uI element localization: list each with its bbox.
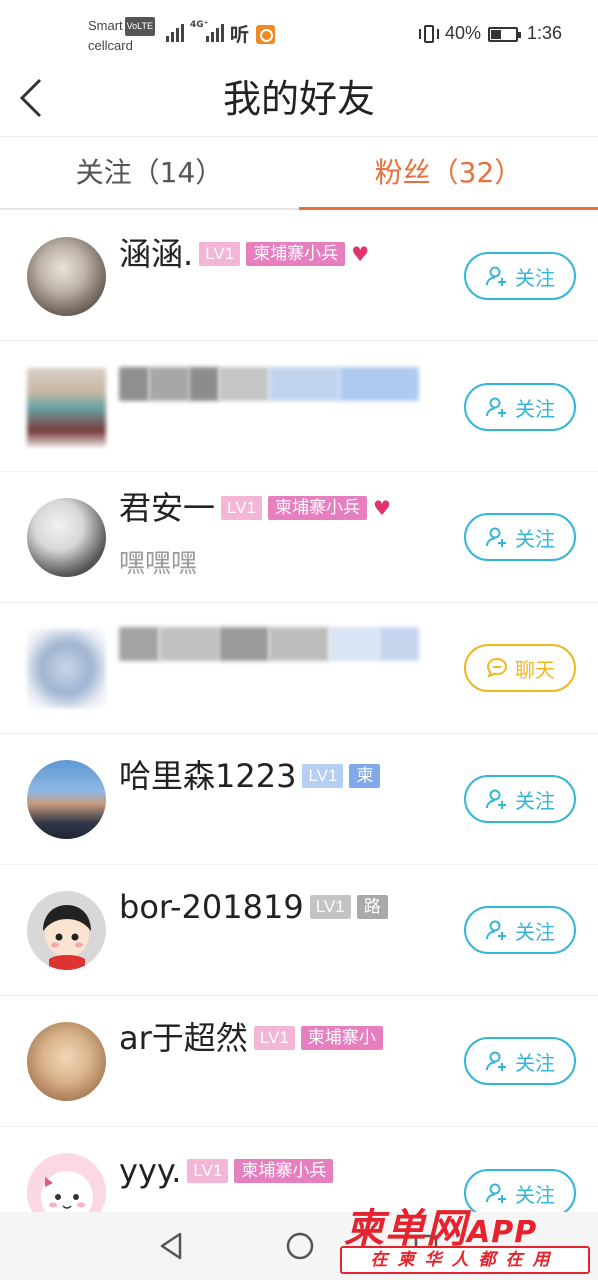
hd-audio-icon: 听 — [230, 25, 249, 46]
avatar — [27, 629, 106, 708]
avatar — [27, 498, 106, 577]
level-badge: LV1 — [187, 1159, 229, 1183]
follow-label: 关注 — [515, 788, 555, 813]
follow-label: 关注 — [515, 396, 555, 421]
level-badge: LV1 — [199, 242, 241, 266]
follow-button[interactable]: 关注 — [464, 252, 576, 300]
list-item[interactable]: 君安一 LV1 柬埔寨小兵 ♥ 嘿嘿嘿 关注 — [0, 472, 598, 603]
level-badge: LV1 — [309, 895, 351, 919]
triangle-back-icon — [160, 1232, 182, 1260]
level-badge: LV1 — [302, 764, 344, 788]
title-badge: 柬埔寨小兵 — [268, 496, 368, 520]
tab-fans[interactable]: 粉丝（32） — [299, 137, 598, 210]
friend-name: yyy. — [119, 1152, 182, 1190]
avatar — [27, 368, 106, 447]
blurred-name — [119, 627, 419, 661]
page-title: 我的好友 — [222, 77, 375, 121]
avatar — [27, 1022, 106, 1101]
cartoon-avatar-icon — [43, 905, 91, 970]
add-user-icon — [486, 789, 506, 809]
vibrate-icon — [418, 24, 440, 44]
list-item[interactable]: 关注 — [0, 341, 598, 472]
follow-button[interactable]: 关注 — [464, 1037, 576, 1085]
battery-icon — [488, 27, 521, 42]
chat-label: 聊天 — [515, 657, 555, 682]
title-badge: 柬埔寨小 — [300, 1026, 383, 1050]
watermark-app-label: APP — [467, 1215, 538, 1250]
follow-label: 关注 — [515, 526, 555, 551]
level-badge: LV1 — [253, 1026, 295, 1050]
friend-signature: 嘿嘿嘿 — [119, 549, 198, 579]
circle-home-icon — [286, 1232, 314, 1260]
name-line: 涵涵. LV1 柬埔寨小兵 ♥ — [119, 234, 418, 274]
title-badge: 路 — [356, 895, 388, 919]
title-badge: 柬埔寨小兵 — [234, 1159, 334, 1183]
signal-icon-2 — [206, 22, 224, 42]
avatar — [27, 237, 106, 316]
follow-label: 关注 — [515, 1050, 555, 1075]
name-line: ar于超然 LV1 柬埔寨小 — [119, 1018, 418, 1058]
friend-name: 哈里森1223 — [119, 757, 297, 795]
follow-label: 关注 — [515, 919, 555, 944]
watermark-slogan: 在柬华人都在用 — [340, 1246, 590, 1274]
nav-back-button[interactable] — [152, 1226, 192, 1266]
follow-button[interactable]: 关注 — [464, 906, 576, 954]
level-badge: LV1 — [221, 496, 263, 520]
follow-button[interactable]: 关注 — [464, 513, 576, 561]
avatar — [27, 760, 106, 839]
follow-button[interactable]: 关注 — [464, 383, 576, 431]
tab-bar: 关注（14） 粉丝（32） — [0, 136, 598, 210]
list-item[interactable]: bor-201819 LV1 路 关注 — [0, 865, 598, 996]
add-user-icon — [486, 266, 506, 286]
list-item[interactable]: 涵涵. LV1 柬埔寨小兵 ♥ 关注 — [0, 210, 598, 341]
name-line: yyy. LV1 柬埔寨小兵 — [119, 1151, 418, 1191]
name-line: bor-201819 LV1 路 — [119, 887, 418, 927]
name-line: 哈里森1223 LV1 柬 — [119, 756, 418, 796]
app-header: 我的好友 — [0, 64, 598, 136]
friend-list: 涵涵. LV1 柬埔寨小兵 ♥ 关注 关注 君安一 LV1 柬埔寨小兵 ♥ 嘿嘿… — [0, 210, 598, 1258]
carrier-sub: cellcard — [88, 38, 133, 53]
app-notification-icon — [256, 25, 275, 44]
follow-button[interactable]: 关注 — [464, 775, 576, 823]
title-badge: 柬 — [349, 764, 381, 788]
heart-icon: ♥ — [373, 496, 391, 520]
heart-icon: ♥ — [351, 242, 370, 266]
name-line: 君安一 LV1 柬埔寨小兵 ♥ — [119, 488, 418, 528]
battery-percent: 40% — [445, 23, 482, 43]
list-item[interactable]: ar于超然 LV1 柬埔寨小 关注 — [0, 996, 598, 1127]
chat-icon — [486, 657, 508, 678]
add-user-icon — [486, 1051, 506, 1071]
add-user-icon — [486, 527, 506, 547]
volte-badge: VoLTE — [124, 17, 156, 36]
brand-watermark: 柬单网APP 在柬华人都在用 — [338, 1196, 596, 1278]
clock: 1:36 — [527, 23, 563, 43]
avatar — [27, 891, 106, 970]
friend-name: 君安一 — [119, 489, 216, 527]
tab-following[interactable]: 关注（14） — [0, 137, 299, 208]
status-bar: Smart VoLTE cellcard 4G⁺ 听 40% 1:36 — [0, 0, 598, 64]
list-item[interactable]: 哈里森1223 LV1 柬 关注 — [0, 734, 598, 865]
carrier-label: Smart VoLTE cellcard — [88, 16, 156, 55]
nav-home-button[interactable] — [280, 1226, 320, 1266]
chat-button[interactable]: 聊天 — [464, 644, 576, 692]
friend-name: bor-201819 — [119, 888, 304, 926]
friend-name: ar于超然 — [119, 1019, 248, 1057]
friend-name: 涵涵. — [119, 235, 194, 273]
blurred-name — [119, 367, 419, 401]
signal-icon — [166, 22, 184, 42]
add-user-icon — [486, 920, 506, 940]
follow-label: 关注 — [515, 265, 555, 290]
add-user-icon — [486, 397, 506, 417]
list-item[interactable]: 聊天 — [0, 603, 598, 734]
title-badge: 柬埔寨小兵 — [246, 242, 346, 266]
carrier-name: Smart — [88, 18, 123, 33]
